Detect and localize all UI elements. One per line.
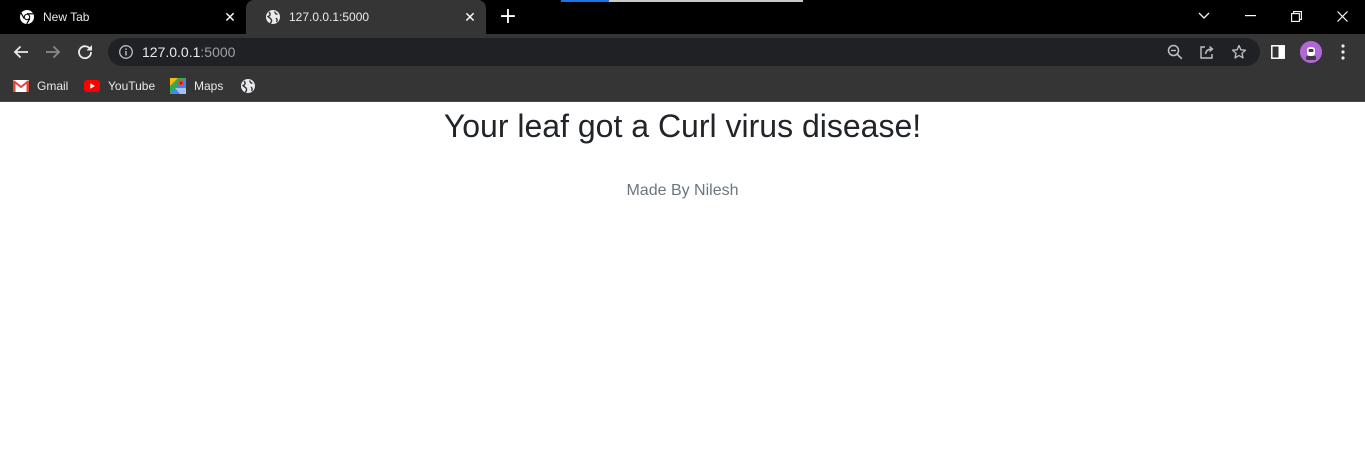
maps-icon	[170, 78, 186, 94]
bookmark-globe[interactable]	[240, 76, 264, 96]
tab-search-chevron-down-icon[interactable]	[1181, 0, 1227, 32]
bookmark-youtube[interactable]: YouTube	[84, 76, 155, 96]
address-bar[interactable]: 127.0.0.1:5000	[108, 38, 1260, 66]
share-icon[interactable]	[1199, 44, 1215, 60]
globe-icon	[240, 78, 256, 94]
tab-title: 127.0.0.1:5000	[289, 10, 370, 24]
chrome-icon	[19, 9, 35, 25]
gmail-icon	[13, 78, 29, 94]
tab-title: New Tab	[43, 10, 90, 24]
bookmark-gmail[interactable]: Gmail	[13, 76, 68, 96]
bookmark-maps[interactable]: Maps	[170, 76, 223, 96]
bookmark-label: Gmail	[37, 79, 69, 93]
info-icon[interactable]	[118, 44, 134, 60]
profile-avatar[interactable]	[1300, 41, 1322, 63]
youtube-icon	[84, 78, 100, 94]
bookmarks-bar: Gmail YouTube Maps	[0, 70, 1365, 102]
minimize-icon[interactable]	[1227, 0, 1273, 32]
strip-accent-blue	[561, 0, 609, 2]
author-credit: Made By Nilesh	[626, 182, 739, 199]
bookmark-star-icon[interactable]	[1231, 44, 1247, 60]
bookmark-label: Maps	[194, 79, 224, 93]
strip-accent-gray	[609, 0, 803, 2]
address-url[interactable]: 127.0.0.1:5000	[142, 38, 235, 66]
tab-localhost[interactable]: 127.0.0.1:5000 ✕	[246, 0, 486, 34]
close-icon[interactable]: ✕	[462, 9, 478, 25]
back-arrow-icon[interactable]	[6, 37, 36, 67]
page-content: Your leaf got a Curl virus disease! Made…	[0, 103, 1365, 463]
url-host: 127.0.0.1	[142, 44, 201, 60]
reload-icon[interactable]	[70, 37, 100, 67]
bookmark-label: YouTube	[108, 79, 156, 93]
browser-toolbar: 127.0.0.1:5000	[0, 34, 1365, 70]
url-port: :5000	[200, 44, 236, 60]
menu-kebab-icon[interactable]	[1332, 41, 1354, 63]
globe-icon	[265, 9, 281, 25]
tab-new-tab[interactable]: New Tab ✕	[0, 0, 246, 34]
zoom-out-icon[interactable]	[1167, 44, 1183, 60]
window-close-icon[interactable]	[1319, 0, 1365, 32]
restore-icon[interactable]	[1273, 0, 1319, 32]
side-panel-icon[interactable]	[1267, 41, 1289, 63]
new-tab-button[interactable]: +	[497, 6, 519, 28]
result-heading: Your leaf got a Curl virus disease!	[443, 108, 922, 144]
close-icon[interactable]: ✕	[222, 9, 238, 25]
forward-arrow-icon[interactable]	[38, 37, 68, 67]
tab-strip: New Tab ✕ 127.0.0.1:5000 ✕ +	[0, 0, 1365, 34]
